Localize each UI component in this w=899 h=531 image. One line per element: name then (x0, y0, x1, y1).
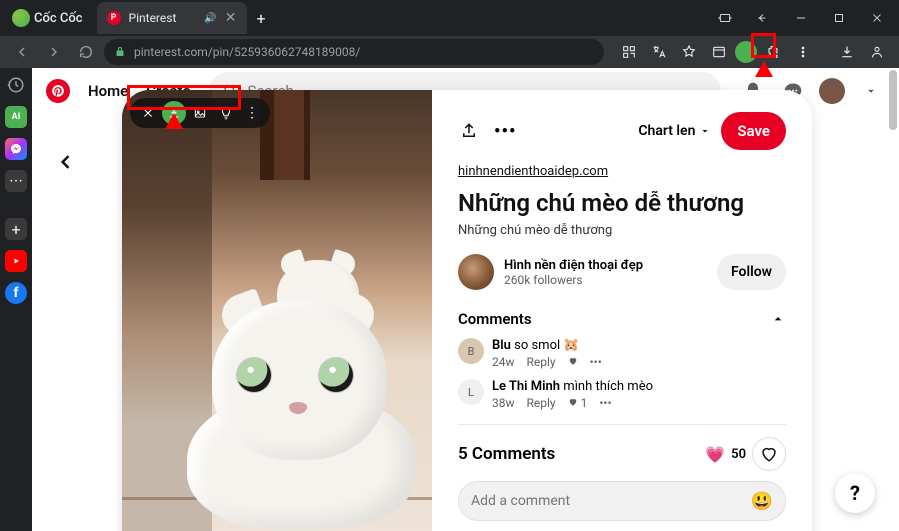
downloads-icon[interactable] (833, 38, 861, 66)
comment-reply[interactable]: Reply (527, 355, 556, 369)
facebook-shortcut-icon[interactable]: f (5, 282, 27, 304)
user-avatar[interactable] (819, 78, 845, 104)
tab-close-icon[interactable]: ✕ (225, 10, 237, 26)
download-extension-icon[interactable] (735, 41, 757, 63)
maximize-button[interactable] (821, 3, 857, 33)
minimize-button[interactable] (783, 3, 819, 33)
chevron-up-icon (770, 311, 786, 327)
comment-age: 38w (492, 396, 515, 410)
pin-title: Những chú mèo dễ thương (458, 189, 786, 217)
coccoc-icon (12, 9, 30, 27)
add-comment-box[interactable]: 😃 (458, 481, 786, 521)
author-followers: 260k followers (504, 273, 707, 287)
url-text: pinterest.com/pin/525936062748189008/ (134, 45, 594, 59)
scrollbar[interactable] (889, 70, 897, 130)
browser-logo[interactable]: Cốc Cốc (4, 9, 91, 27)
bookmark-icon[interactable] (675, 38, 703, 66)
comment-more[interactable]: ••• (590, 355, 602, 369)
reaction-count: 50 (731, 447, 746, 462)
pinterest-favicon: P (107, 11, 121, 25)
toolbar-more-icon[interactable]: ⋮ (240, 101, 264, 125)
browser-tab[interactable]: P Pinterest 🔊 ✕ (97, 2, 247, 34)
author-avatar[interactable] (458, 254, 494, 290)
comment-item: L Le Thi Minh mình thích mèo 38w Reply 1… (458, 379, 786, 410)
annotation-arrow-image-toolbar (163, 113, 185, 161)
new-tab-button[interactable]: + (247, 9, 276, 28)
comment-reply[interactable]: Reply (527, 396, 556, 410)
comment-input[interactable] (471, 493, 751, 509)
history-icon[interactable] (5, 74, 27, 96)
commenter-name[interactable]: Le Thi Minh (492, 379, 560, 394)
tab-overview-icon[interactable] (705, 38, 733, 66)
toolbar-bulb-icon[interactable] (214, 101, 238, 125)
comment-like-icon[interactable]: 1 (568, 396, 588, 410)
annotation-arrow-toolbar (753, 61, 775, 109)
comments-toggle[interactable]: Comments (458, 310, 786, 328)
sidebar-toggle-icon[interactable] (745, 3, 781, 33)
pin-more-icon[interactable]: ••• (494, 121, 516, 142)
comment-item: B Blu so smol 🐹 24w Reply ••• (458, 338, 786, 369)
reload-button[interactable] (72, 38, 100, 66)
screenshot-icon[interactable] (707, 3, 743, 33)
address-bar[interactable]: pinterest.com/pin/525936062748189008/ (104, 39, 604, 65)
comment-age: 24w (492, 355, 515, 369)
comment-text: mình thích mèo (563, 379, 653, 394)
tab-audio-icon[interactable]: 🔊 (204, 13, 216, 24)
toolbar-image-icon[interactable] (188, 101, 212, 125)
youtube-shortcut-icon[interactable] (5, 250, 27, 272)
account-menu-chevron-icon[interactable] (857, 77, 885, 105)
react-button[interactable] (752, 437, 786, 471)
save-button[interactable]: Save (721, 112, 786, 150)
pin-description: Những chú mèo dễ thương (458, 223, 786, 238)
follow-button[interactable]: Follow (717, 254, 786, 290)
share-icon[interactable] (458, 120, 480, 142)
image-download-toolbar: ⋮ (130, 98, 270, 128)
toolbar-close-icon[interactable] (136, 101, 160, 125)
commenter-avatar[interactable]: L (458, 379, 484, 405)
forward-button[interactable] (40, 38, 68, 66)
page-back-button[interactable] (46, 142, 86, 182)
board-selector[interactable]: Chart len (638, 123, 711, 139)
messenger-shortcut-icon[interactable] (5, 138, 27, 160)
comment-like-icon[interactable] (568, 355, 578, 369)
profile-icon[interactable] (863, 38, 891, 66)
pin-card: ⋮ ••• Chart len Save hinhnendienthoaidep… (122, 90, 812, 531)
reaction-heart-icon: 💗 (705, 445, 725, 464)
emoji-picker-icon[interactable]: 😃 (751, 491, 773, 512)
comment-more[interactable]: ••• (599, 396, 611, 410)
commenter-name[interactable]: Blu (492, 338, 511, 353)
qr-icon[interactable] (615, 38, 643, 66)
comment-text: so smol 🐹 (514, 338, 579, 353)
browser-name: Cốc Cốc (34, 11, 83, 26)
pinterest-logo[interactable] (46, 79, 70, 103)
shortcut-icon[interactable]: ⋯ (5, 170, 27, 192)
author-name[interactable]: Hình nền điện thoại đẹp (504, 258, 707, 273)
commenter-avatar[interactable]: B (458, 338, 484, 364)
lock-icon (114, 43, 126, 62)
tab-title: Pinterest (129, 11, 197, 25)
comments-label: Comments (458, 310, 532, 328)
translate-icon[interactable] (645, 38, 673, 66)
close-window-button[interactable] (859, 3, 895, 33)
ai-shortcut-icon[interactable]: AI (5, 106, 27, 128)
pin-source-link[interactable]: hinhnendienthoaidep.com (458, 164, 786, 179)
help-button[interactable]: ? (835, 473, 875, 513)
add-shortcut-icon[interactable]: + (5, 218, 27, 240)
menu-icon[interactable] (789, 38, 817, 66)
back-button[interactable] (8, 38, 36, 66)
chevron-down-icon (699, 125, 711, 137)
comment-count: 5 Comments (458, 444, 555, 464)
